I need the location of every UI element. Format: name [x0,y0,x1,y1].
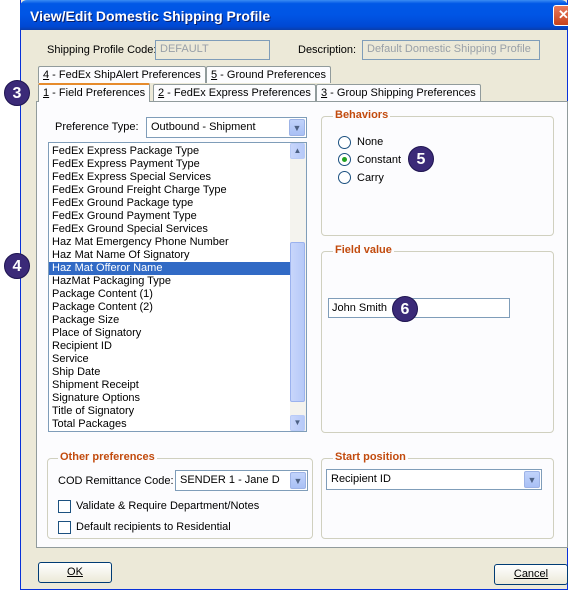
callout-badge-6: 6 [392,296,418,322]
list-item[interactable]: FedEx Ground Package type [49,197,306,210]
preference-type-select[interactable]: Outbound - Shipment [146,117,307,138]
list-item[interactable]: Total Packages [49,418,306,431]
tab-fedex-shipalert-preferences[interactable]: 4 - FedEx ShipAlert Preferences [38,66,206,83]
ok-button[interactable]: OK [38,562,112,583]
scroll-thumb[interactable] [290,242,305,402]
tab-group-shipping-preferences[interactable]: 3 - Group Shipping Preferences [316,84,481,101]
list-item[interactable]: FedEx Ground Freight Charge Type [49,184,306,197]
list-item[interactable]: HazMat Packaging Type [49,275,306,288]
residential-checkbox[interactable] [58,521,71,534]
list-item[interactable]: Recipient ID [49,340,306,353]
list-item[interactable]: Service [49,353,306,366]
radio-carry-label[interactable]: Carry [357,172,384,184]
list-item[interactable]: FedEx Express Special Services [49,171,306,184]
start-position-title: Start position [333,451,408,463]
chevron-down-icon[interactable]: ▼ [524,471,540,488]
description-field: Default Domestic Shipping Profile [362,40,540,60]
start-position-select[interactable]: Recipient ID [326,469,542,490]
list-item[interactable]: Signature Options [49,392,306,405]
chevron-down-icon[interactable]: ▼ [290,472,306,489]
residential-label[interactable]: Default recipients to Residential [76,521,231,533]
close-icon: ✕ [558,7,568,22]
tab-ground-preferences[interactable]: 5 - Ground Preferences [206,66,331,83]
list-item[interactable]: Haz Mat Emergency Phone Number [49,236,306,249]
list-item[interactable]: Place of Signatory [49,327,306,340]
description-label: Description: [298,44,357,56]
radio-constant-label[interactable]: Constant [357,154,401,166]
list-item[interactable]: FedEx Express Package Type [49,145,306,158]
behaviors-group [321,116,554,236]
field-value-group [321,251,554,433]
radio-none-label[interactable]: None [357,136,383,148]
listbox-scrollbar[interactable]: ▲ ▼ [290,143,306,431]
tab-fedex-express-preferences[interactable]: 2 - FedEx Express Preferences [153,84,316,101]
field-value-input[interactable]: John Smith [328,298,510,318]
field-value-title: Field value [333,244,394,256]
cancel-button[interactable]: Cancel [494,564,568,585]
cod-remittance-select[interactable]: SENDER 1 - Jane D [175,470,308,491]
list-item[interactable]: Title of Signatory [49,405,306,418]
list-item[interactable]: Package Size [49,314,306,327]
other-preferences-title: Other preferences [58,451,157,463]
chevron-down-icon[interactable]: ▼ [289,119,305,136]
list-item[interactable]: Shipment Receipt [49,379,306,392]
list-item[interactable]: Package Content (2) [49,301,306,314]
validate-checkbox[interactable] [58,500,71,513]
list-item[interactable]: FedEx Ground Special Services [49,223,306,236]
radio-carry[interactable] [338,171,351,184]
scroll-down-icon[interactable]: ▼ [290,415,305,431]
radio-constant[interactable] [338,153,351,166]
list-item[interactable]: Haz Mat Offeror Name [49,262,306,275]
callout-badge-3: 3 [4,80,30,106]
cod-remittance-label: COD Remittance Code: [58,475,174,487]
tab-field-preferences[interactable]: 1 - Field Preferences [38,83,151,102]
radio-none[interactable] [338,136,351,149]
list-item[interactable]: Ship Date [49,366,306,379]
callout-badge-4: 4 [4,253,30,279]
validate-label[interactable]: Validate & Require Department/Notes [76,500,259,512]
field-listbox[interactable]: FedEx Express Package Type FedEx Express … [48,142,307,432]
shipping-profile-code-label: Shipping Profile Code: [47,44,157,56]
window-title: View/Edit Domestic Shipping Profile [30,8,271,24]
scroll-up-icon[interactable]: ▲ [290,143,305,159]
list-item[interactable]: FedEx Ground Payment Type [49,210,306,223]
list-item[interactable]: Package Content (1) [49,288,306,301]
behaviors-title: Behaviors [333,109,391,121]
close-button[interactable]: ✕ [553,5,568,26]
list-item[interactable]: Haz Mat Name Of Signatory [49,249,306,262]
preference-type-label: Preference Type: [55,121,139,133]
list-item[interactable]: FedEx Express Payment Type [49,158,306,171]
callout-badge-5: 5 [408,146,434,172]
shipping-profile-code-field: DEFAULT [155,40,270,60]
